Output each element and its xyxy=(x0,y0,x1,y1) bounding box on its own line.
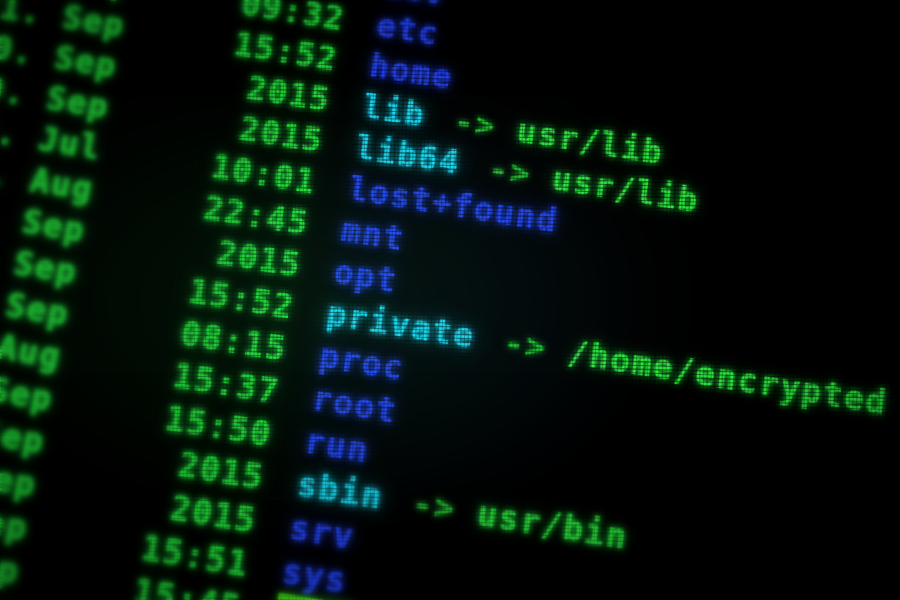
terminal-directory-listing: 15:53..0.Sep2015bin->usr/bin19.Sep09:31b… xyxy=(0,0,900,600)
monitor-photo: 15:53..0.Sep2015bin->usr/bin19.Sep09:31b… xyxy=(0,0,900,600)
